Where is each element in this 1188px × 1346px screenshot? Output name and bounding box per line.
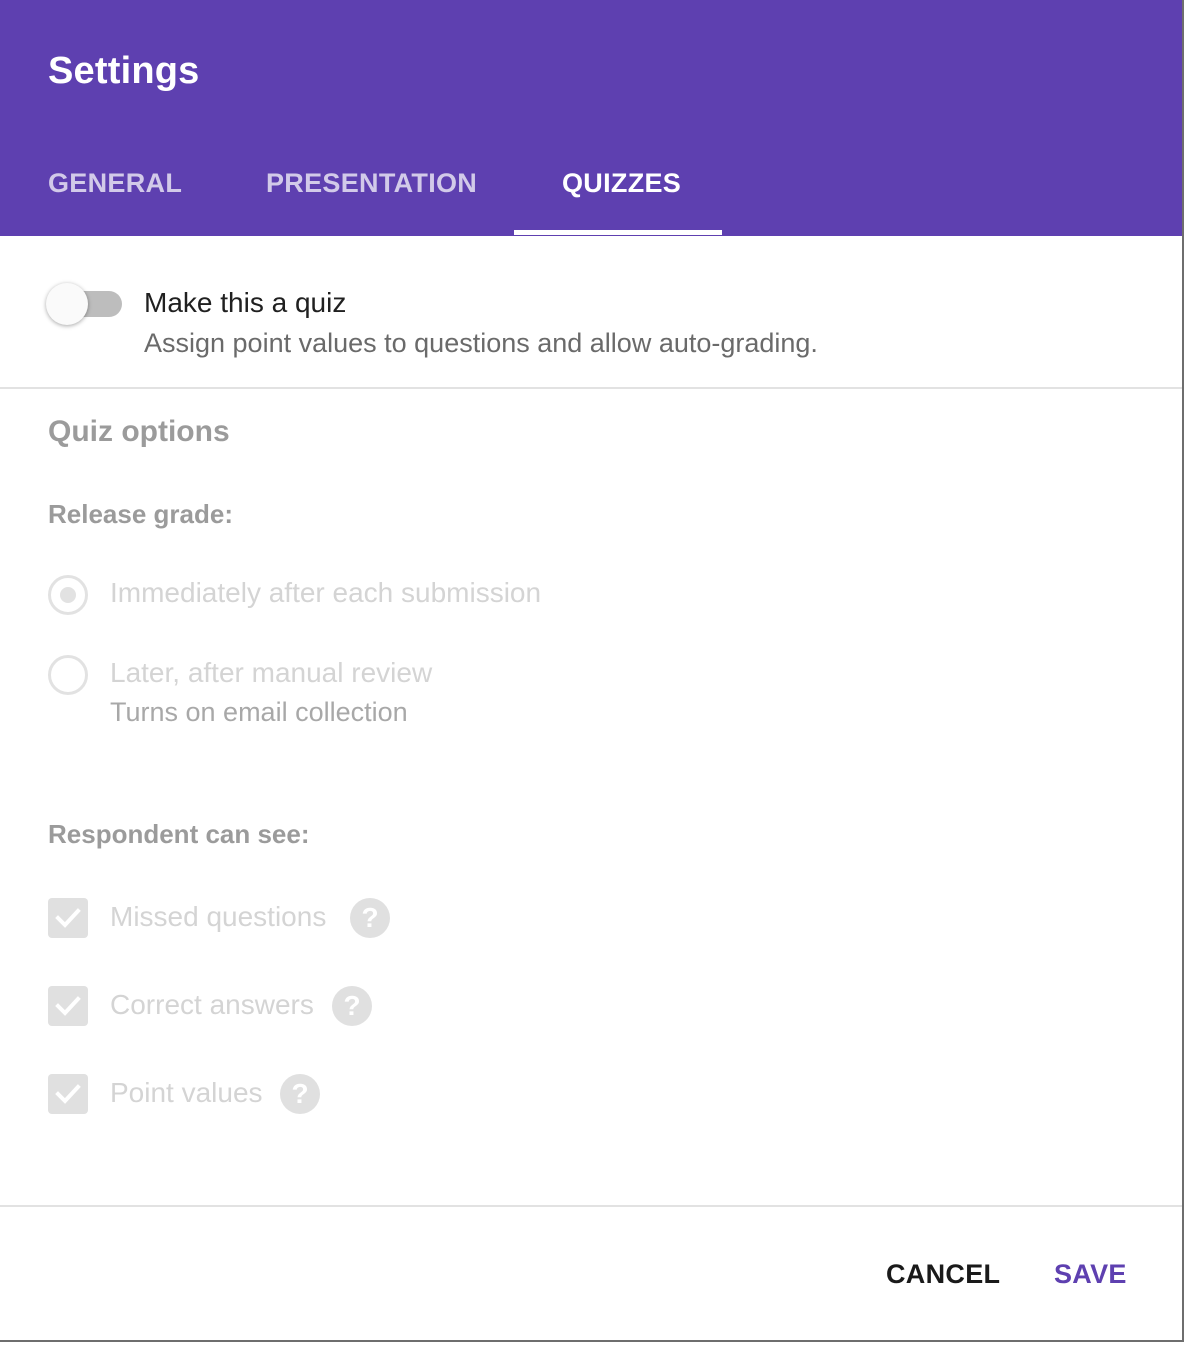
quiz-options-title: Quiz options [48, 415, 230, 448]
radio-later-sublabel: Turns on email collection [110, 697, 408, 727]
cancel-button[interactable]: CANCEL [886, 1259, 1000, 1290]
check-icon [55, 1084, 81, 1104]
active-tab-indicator [514, 230, 722, 235]
make-quiz-description: Assign point values to questions and all… [144, 328, 818, 358]
help-icon[interactable]: ? [332, 986, 372, 1026]
point-values-label: Point values [110, 1077, 263, 1108]
help-icon[interactable]: ? [280, 1074, 320, 1114]
make-quiz-toggle-knob[interactable] [46, 283, 88, 325]
save-button[interactable]: SAVE [1054, 1259, 1127, 1290]
check-icon [55, 908, 81, 928]
point-values-checkbox[interactable] [48, 1074, 88, 1114]
radio-later-label: Later, after manual review [110, 657, 433, 688]
respondent-can-see-heading: Respondent can see: [48, 819, 310, 849]
radio-later[interactable] [48, 655, 88, 695]
missed-questions-label: Missed questions [110, 901, 327, 932]
footer-divider [0, 1205, 1182, 1207]
release-grade-heading: Release grade: [48, 499, 233, 529]
check-icon [55, 996, 81, 1016]
radio-immediately-label: Immediately after each submission [110, 577, 542, 608]
make-quiz-label: Make this a quiz [144, 287, 347, 318]
correct-answers-label: Correct answers [110, 989, 314, 1020]
radio-immediately[interactable] [48, 575, 88, 615]
tab-presentation[interactable]: PRESENTATION [266, 168, 477, 236]
tab-quizzes[interactable]: QUIZZES [562, 168, 681, 236]
missed-questions-checkbox[interactable] [48, 898, 88, 938]
settings-dialog: Settings GENERAL PRESENTATION QUIZZES Ma… [0, 0, 1184, 1342]
divider [0, 387, 1182, 389]
correct-answers-checkbox[interactable] [48, 986, 88, 1026]
help-icon[interactable]: ? [350, 898, 390, 938]
dialog-title: Settings [48, 50, 200, 92]
tab-general[interactable]: GENERAL [48, 168, 182, 236]
radio-selected-dot [60, 587, 76, 603]
dialog-header: Settings GENERAL PRESENTATION QUIZZES [0, 0, 1182, 236]
